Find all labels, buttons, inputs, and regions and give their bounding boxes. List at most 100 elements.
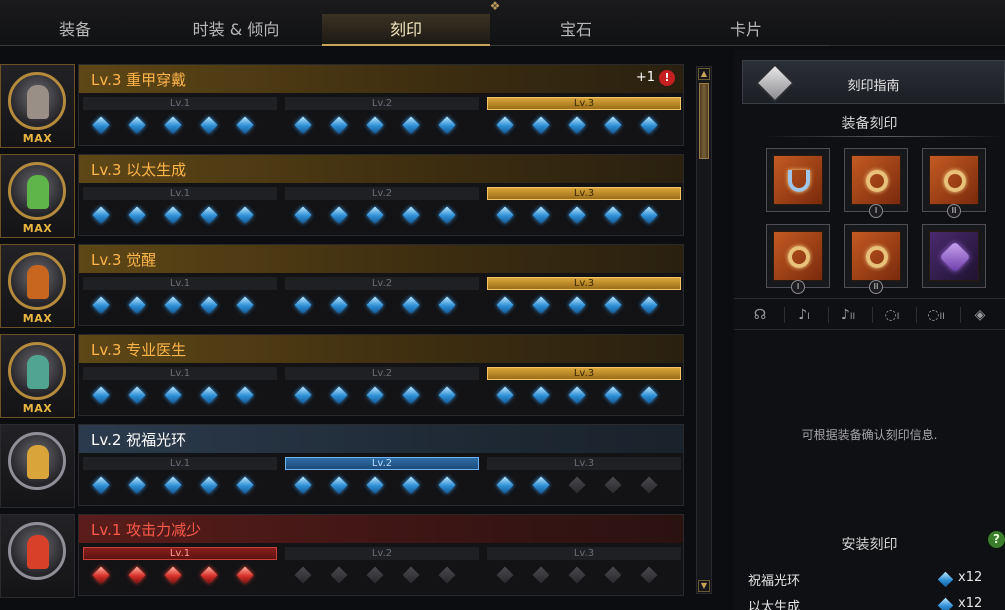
- engraving-row[interactable]: Lv.1 攻击力减少 Lv.1 Lv.2 Lv.3: [0, 514, 688, 598]
- earring-2-icon[interactable]: ♪II: [830, 305, 866, 325]
- level-bar: Lv.1: [83, 97, 277, 110]
- scroll-down-icon[interactable]: ▼: [698, 580, 710, 592]
- stone-icon[interactable]: ◈: [962, 305, 998, 325]
- engraving-row[interactable]: Lv.2 祝福光环 Lv.1 Lv.2 Lv.3: [0, 424, 688, 508]
- gem-row: [291, 206, 477, 227]
- engraving-panel: Lv.2 祝福光环 Lv.1 Lv.2 Lv.3: [78, 424, 684, 506]
- engraving-point-icon: [438, 566, 456, 584]
- help-icon[interactable]: ?: [988, 531, 1005, 548]
- gem-row: [291, 386, 477, 407]
- slot-tier-badge: II: [947, 204, 961, 218]
- earring-icon: [944, 170, 966, 192]
- engraving-titlebar: Lv.3 以太生成: [79, 155, 683, 183]
- engraving-name: Lv.3 以太生成: [91, 161, 187, 179]
- engraving-point-icon: [330, 206, 348, 224]
- engraving-point-icon: [294, 566, 312, 584]
- alert-icon[interactable]: !: [659, 70, 675, 86]
- tab-engraving[interactable]: 刻印: [322, 14, 490, 46]
- tab-gems[interactable]: 宝石: [490, 14, 662, 46]
- tab-fashion[interactable]: 时装 & 倾向: [150, 14, 322, 46]
- engraving-row[interactable]: MAX Lv.3 重甲穿戴 +1! Lv.1 Lv.2 Lv.3: [0, 64, 688, 148]
- engraving-point-icon: [532, 476, 550, 494]
- engraving-point-icon: [568, 386, 586, 404]
- engraving-point-icon: [568, 206, 586, 224]
- side-panel: 刻印指南 装备刻印 I II I II ☊ ♪I ♪II ◌I ◌II ◈ 可根据装备确认刻印信…: [734, 50, 1005, 610]
- engraving-point-icon: [236, 296, 254, 314]
- tab-equipment[interactable]: 装备: [0, 14, 150, 46]
- gem-row: [493, 206, 679, 227]
- equipment-slot-earring[interactable]: I: [844, 148, 908, 218]
- engraving-point-icon: [366, 566, 384, 584]
- engraving-medal: MAX: [0, 244, 75, 328]
- engraving-medal: MAX: [0, 154, 75, 238]
- engraving-point-icon: [640, 206, 658, 224]
- engraving-point-icon: [402, 116, 420, 134]
- figure-icon: [27, 85, 49, 119]
- engraving-point-icon: [128, 206, 146, 224]
- engraving-point-icon: [366, 116, 384, 134]
- installed-engraving-row: 祝福光环 x12: [748, 570, 998, 590]
- engraving-point-icon: [496, 116, 514, 134]
- engraving-point-icon: [402, 566, 420, 584]
- engraving-point-icon: [236, 566, 254, 584]
- engraving-point-icon: [92, 476, 110, 494]
- installed-engraving-count: x12: [958, 596, 983, 610]
- engraving-point-icon: [402, 386, 420, 404]
- equipment-slot-stone[interactable]: [922, 224, 986, 288]
- stone-icon: [939, 241, 971, 273]
- scroll-thumb[interactable]: [699, 83, 709, 159]
- equipment-slot-necklace[interactable]: [766, 148, 830, 212]
- gem-row: [493, 296, 679, 317]
- tab-cards[interactable]: 卡片: [662, 14, 830, 46]
- divider: [764, 136, 1005, 137]
- engraving-point-icon: [92, 566, 110, 584]
- gem-row: [89, 386, 275, 407]
- figure-icon: [27, 535, 49, 569]
- engraving-medal: MAX: [0, 64, 75, 148]
- hint-text: 可根据装备确认刻印信息.: [801, 428, 938, 442]
- engraving-point-icon: [92, 296, 110, 314]
- engraving-point-icon: [568, 116, 586, 134]
- bonus-count: +1: [635, 70, 655, 85]
- gem-row: [291, 116, 477, 137]
- scroll-up-icon[interactable]: ▲: [698, 68, 710, 80]
- engraving-point-icon: [568, 566, 586, 584]
- level-bar: Lv.2: [285, 457, 479, 470]
- ring-2-icon[interactable]: ◌II: [918, 305, 954, 325]
- divider: [872, 307, 873, 323]
- level-bar: Lv.3: [487, 277, 681, 290]
- engraving-point-icon: [294, 296, 312, 314]
- engraving-point-icon: [294, 116, 312, 134]
- gem-row: [89, 206, 275, 227]
- equipment-slot-ring[interactable]: I: [766, 224, 830, 294]
- engraving-point-icon: [402, 476, 420, 494]
- max-badge: MAX: [22, 312, 53, 325]
- engraving-point-icon: [92, 116, 110, 134]
- equipment-slot-ring[interactable]: II: [844, 224, 908, 294]
- engraving-row[interactable]: MAX Lv.3 觉醒 Lv.1 Lv.2 Lv.3: [0, 244, 688, 328]
- engraving-point-icon: [532, 296, 550, 314]
- equip-engraving-title: 装备刻印: [841, 116, 898, 132]
- engraving-name: Lv.2 祝福光环: [91, 431, 187, 449]
- engraving-point-icon: [438, 116, 456, 134]
- earring-1-icon[interactable]: ♪I: [786, 305, 822, 325]
- level-bar: Lv.2: [285, 547, 479, 560]
- ring-1-icon[interactable]: ◌I: [874, 305, 910, 325]
- engraving-point-icon: [402, 296, 420, 314]
- scrollbar[interactable]: ▲ ▼: [696, 66, 712, 594]
- gem-row: [89, 296, 275, 317]
- gem-row: [291, 476, 477, 497]
- necklace-icon[interactable]: ☊: [742, 305, 778, 325]
- engraving-panel: Lv.1 攻击力减少 Lv.1 Lv.2 Lv.3: [78, 514, 684, 596]
- engraving-point-icon: [640, 476, 658, 494]
- engraving-point-icon: [200, 566, 218, 584]
- engraving-point-icon: [438, 206, 456, 224]
- engraving-point-icon: [496, 206, 514, 224]
- installed-engraving-name: 祝福光环: [748, 574, 801, 589]
- level-bar: Lv.2: [285, 97, 479, 110]
- engraving-guide-button[interactable]: 刻印指南: [742, 60, 1005, 104]
- engraving-point-icon: [438, 386, 456, 404]
- engraving-row[interactable]: MAX Lv.3 专业医生 Lv.1 Lv.2 Lv.3: [0, 334, 688, 418]
- equipment-slot-earring[interactable]: II: [922, 148, 986, 218]
- engraving-row[interactable]: MAX Lv.3 以太生成 Lv.1 Lv.2 Lv.3: [0, 154, 688, 238]
